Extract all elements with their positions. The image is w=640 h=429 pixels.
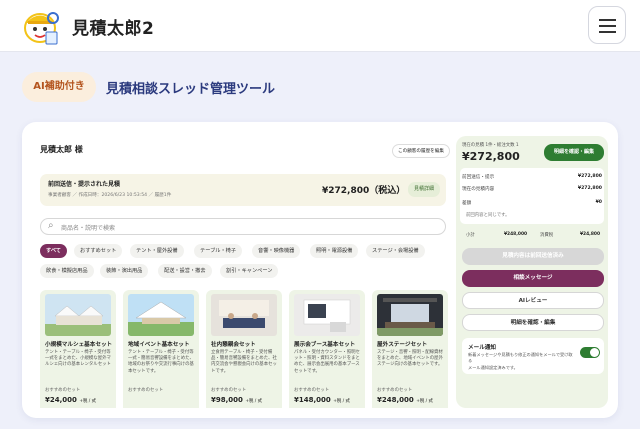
product-price: ¥248,000 +税 / 式 [377, 396, 433, 404]
menu-bar [599, 25, 616, 27]
tax-value: ¥24,800 [580, 232, 600, 237]
ai-review-button[interactable]: AIレビュー [462, 292, 604, 309]
category-chip[interactable]: おすすめセット [74, 244, 123, 258]
product-recommend-label: おすすめのセット [294, 388, 330, 393]
product-photo-stage [377, 294, 443, 336]
product-card[interactable]: 屋外ステージセット ステージ・音響・照明・配線資材をまとめた、地域イベントの屋外… [372, 290, 448, 408]
product-price: ¥98,000 +税 / 式 [211, 396, 263, 404]
product-name: 小規模マルシェ基本セット [45, 342, 113, 348]
product-card[interactable]: 展示会ブース基本セット パネル・受付カウンター・照明セット・照明・資料スタンドを… [289, 290, 365, 408]
same-as-previous-note: 前回内容と同じです。 [466, 213, 510, 218]
product-name: 社内懇親会セット [211, 342, 256, 348]
estimate-mockup: 見積太郎 様 この顧客の履歴を編集 前回送信・提示された見積 事業者顧客 ／ 作… [34, 136, 452, 408]
estimate-total: ¥272,800 [462, 150, 520, 163]
edit-customer-button[interactable]: この顧客の履歴を編集 [392, 144, 450, 158]
product-recommend-label: おすすめのセット [377, 388, 413, 393]
product-description: ステージ・音響・照明・配線資材をまとめた、地域イベントの屋外ステージ向けの基本セ… [377, 350, 443, 368]
product-card[interactable]: 社内懇親会セット 立食用テーブル・椅子・受付備品・簡易音響設備をまとめた、社内交… [206, 290, 282, 408]
product-name: 地域イベント基本セット [128, 342, 190, 348]
email-notification-toggle[interactable] [580, 347, 600, 358]
notify-status: メール通知設定済みです。 [468, 365, 518, 370]
product-recommend-label: おすすめのセット [211, 388, 247, 393]
product-recommend-label: おすすめのセット [45, 388, 81, 393]
previous-estimate-amount: ¥272,800（税込） [322, 186, 406, 196]
category-chip-all[interactable]: すべて [40, 244, 67, 258]
notify-description: 新着メッセージや見積もり修正の通知をメールで受け取る [468, 352, 573, 363]
previous-estimate-meta: 事業者顧客 ／ 作成日時：2026/6/23 10:53:54 ／ 履歴1件 [48, 193, 172, 198]
product-description: テント・テーブル・椅子・受付等一式・簡易音響設備をまとめた、地域のお祭りや交流行… [128, 350, 194, 374]
previous-estimate-panel: 前回送信・提示された見積 事業者顧客 ／ 作成日時：2026/6/23 10:5… [40, 174, 446, 206]
product-name: 屋外ステージセット [377, 342, 428, 348]
estimate-detail-button[interactable]: 見積詳細 [408, 182, 440, 197]
already-sent-button[interactable]: 見積内容は前回送信済み [462, 248, 604, 265]
email-notification-panel: メール通知 新着メッセージや見積もり修正の通知をメールで受け取る メール通知設定… [462, 338, 604, 374]
previous-estimate-title: 前回送信・提示された見積 [48, 181, 121, 188]
estimate-summary-sidebar: 現在の見積 1件・総注文数 1 ¥272,800 明細を確認・編集 前回送信・提… [456, 136, 608, 408]
product-card[interactable]: 小規模マルシェ基本セット テント・テーブル・椅子・受付等一式をまとめた、小規模な… [40, 290, 116, 408]
customer-name: 見積太郎 様 [40, 145, 83, 154]
product-photo-tent [45, 294, 111, 336]
category-chip[interactable]: テント・屋外設備 [130, 244, 184, 258]
category-chip[interactable]: 装飾・演出用品 [100, 264, 149, 278]
notify-title: メール通知 [468, 345, 496, 351]
tax-label: 消費税 [540, 233, 554, 238]
subtotal-value: ¥248,000 [504, 232, 528, 237]
category-chip[interactable]: 飲食・模擬店用品 [40, 264, 94, 278]
subtotal-label: 小計 [466, 233, 475, 238]
menu-bar [599, 19, 616, 21]
product-name: 展示会ブース基本セット [294, 342, 356, 348]
category-chip[interactable]: 音響・映像機器 [252, 244, 301, 258]
product-photo-booth [294, 294, 360, 336]
product-price: ¥148,000 +税 / 式 [294, 396, 350, 404]
category-chip[interactable]: 割引・キャンペーン [220, 264, 279, 278]
hamburger-menu-button[interactable] [588, 6, 626, 44]
product-description: テント・テーブル・椅子・受付等一式をまとめた、小規模な屋外マルシェ向けの基本レン… [45, 350, 111, 368]
hero-title: 見積相談スレッド管理ツール [106, 82, 276, 97]
consult-message-button[interactable]: 相談メッセージ [462, 270, 604, 287]
product-recommend-label: おすすめのセット [128, 388, 164, 393]
category-chip[interactable]: 配送・設営・撤去 [158, 264, 212, 278]
category-chip[interactable]: 照明・電源設備 [310, 244, 359, 258]
product-photo-party [211, 294, 277, 336]
brand-name: 見積太郎2 [72, 19, 155, 39]
category-chip[interactable]: テーブル・椅子 [194, 244, 243, 258]
search-icon: ⌕ [48, 220, 54, 231]
product-card[interactable]: 地域イベント基本セット テント・テーブル・椅子・受付等一式・簡易音響設備をまとめ… [123, 290, 199, 408]
product-search-bar[interactable]: ⌕ 商品名・説明で検索 [40, 218, 446, 235]
product-price: ¥24,000 +税 / 式 [45, 396, 97, 404]
product-photo-event [128, 294, 194, 336]
estimate-count-label: 現在の見積 1件・総注文数 1 [462, 143, 519, 148]
mascot-logo-icon [24, 12, 59, 45]
menu-bar [599, 31, 616, 33]
app-header: 見積太郎2 [0, 0, 640, 52]
category-chip[interactable]: ステージ・会場設備 [366, 244, 425, 258]
ai-badge: AI補助付き [22, 72, 96, 102]
confirm-edit-button[interactable]: 明細を確認・編集 [544, 144, 604, 161]
toggle-knob [590, 348, 599, 357]
search-placeholder[interactable]: 商品名・説明で検索 [61, 223, 115, 232]
view-details-button[interactable]: 明細を確認・編集 [462, 314, 604, 331]
product-description: パネル・受付カウンター・照明セット・照明・資料スタンドをまとめた、展示会出展用の… [294, 350, 360, 374]
product-description: 立食用テーブル・椅子・受付備品・簡易音響設備をまとめた、社内交流会や懇親会向けの… [211, 350, 277, 374]
